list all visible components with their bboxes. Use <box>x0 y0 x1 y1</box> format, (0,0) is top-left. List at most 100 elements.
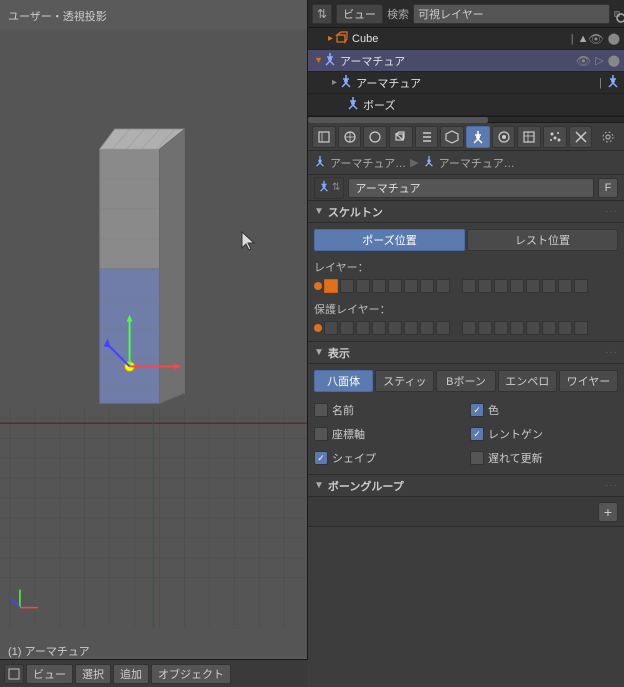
layer-cell-3[interactable] <box>356 279 370 293</box>
display-tab-bbone[interactable]: Bボーン <box>436 370 495 392</box>
display-tab-envelope[interactable]: エンペロ <box>498 370 557 392</box>
layer-cell-15[interactable] <box>558 279 572 293</box>
checkbox-xray[interactable] <box>470 427 484 441</box>
layer-cell-9[interactable] <box>462 279 476 293</box>
protect-cell-6[interactable] <box>404 321 418 335</box>
protect-cell-10[interactable] <box>478 321 492 335</box>
view-menu-btn[interactable]: ビュー <box>336 4 383 24</box>
checkbox-name-label: 名前 <box>332 402 354 418</box>
material-props-icon[interactable] <box>492 126 516 148</box>
protect-cell-5[interactable] <box>388 321 402 335</box>
display-section-header[interactable]: ▼ 表示 ··· <box>308 342 624 364</box>
object-menu-btn[interactable]: オブジェクト <box>151 664 231 684</box>
outliner-item-armature[interactable]: ▾ アーマチュア 👁 ▷ ⬤ <box>308 50 624 72</box>
protect-cell-16[interactable] <box>574 321 588 335</box>
layer-cell-7[interactable] <box>420 279 434 293</box>
scene-props-icon[interactable] <box>338 126 362 148</box>
modifier-props-icon[interactable] <box>440 126 464 148</box>
breadcrumb-item2[interactable]: アーマチュア… <box>439 155 515 171</box>
viewport-status: (1) アーマチュア <box>8 643 90 659</box>
layer-cell-5[interactable] <box>388 279 402 293</box>
cube-visibility-icon[interactable]: 👁 <box>588 32 603 46</box>
datablock-arrows[interactable]: ⇅ <box>332 182 340 193</box>
breadcrumb-row: アーマチュア… ▶ アーマチュア… <box>308 151 624 175</box>
render-props-icon[interactable] <box>312 126 336 148</box>
object-props-icon[interactable] <box>389 126 413 148</box>
display-tab-stick[interactable]: スティッ <box>375 370 434 392</box>
armature-render-icon[interactable]: ▷ <box>595 54 603 67</box>
layer-group-2 <box>462 279 588 293</box>
layer-cell-4[interactable] <box>372 279 386 293</box>
search-icon[interactable] <box>614 11 620 17</box>
world-props-icon[interactable] <box>363 126 387 148</box>
data-props-icon[interactable] <box>466 126 490 148</box>
pose-position-btn[interactable]: ポーズ位置 <box>314 229 465 251</box>
viewport-mode-icon[interactable] <box>4 664 24 684</box>
outliner-item-pose[interactable]: ボーズ <box>308 94 624 116</box>
protect-cell-4[interactable] <box>372 321 386 335</box>
layer-cell-12[interactable] <box>510 279 524 293</box>
outliner-item-cube[interactable]: ▸ Cube | ▲ 👁 ⬤ <box>308 28 624 50</box>
settings-icon[interactable] <box>596 126 620 148</box>
layer-cell-16[interactable] <box>574 279 588 293</box>
protect-cell-12[interactable] <box>510 321 524 335</box>
checkbox-delay[interactable] <box>470 451 484 465</box>
view-menu-btn-bottom[interactable]: ビュー <box>26 664 73 684</box>
armature-visibility-icon[interactable]: 👁 <box>576 54 591 68</box>
particles-props-icon[interactable] <box>543 126 567 148</box>
protect-cell-14[interactable] <box>542 321 556 335</box>
display-triangle-icon: ▼ <box>314 347 324 358</box>
armature-right-icons: 👁 ▷ ⬤ <box>576 54 620 68</box>
constraints-props-icon[interactable] <box>415 126 439 148</box>
checkbox-shape[interactable] <box>314 451 328 465</box>
protect-cell-3[interactable] <box>356 321 370 335</box>
search-btn[interactable]: 検索 <box>387 6 409 22</box>
breadcrumb-icon1 <box>314 155 326 170</box>
protect-cell-9[interactable] <box>462 321 476 335</box>
viewport-label: ユーザー・透視投影 <box>8 8 107 24</box>
add-menu-btn[interactable]: 追加 <box>113 664 149 684</box>
bone-groups-dots: ··· <box>605 480 618 491</box>
armature-name: アーマチュア <box>340 53 576 69</box>
protect-cell-8[interactable] <box>436 321 450 335</box>
protect-active-dot <box>314 324 322 332</box>
protect-cell-15[interactable] <box>558 321 572 335</box>
bone-groups-section-header[interactable]: ▼ ボーングループ ··· <box>308 475 624 497</box>
datablock-name-field[interactable]: アーマチュア <box>348 178 594 198</box>
armature-render2-icon[interactable]: ⬤ <box>608 54 620 67</box>
layer-cell-2[interactable] <box>340 279 354 293</box>
protect-cell-11[interactable] <box>494 321 508 335</box>
protect-cell-7[interactable] <box>420 321 434 335</box>
add-bone-group-btn[interactable]: + <box>598 502 618 522</box>
layer-cell-14[interactable] <box>542 279 556 293</box>
select-menu-btn[interactable]: 選択 <box>75 664 111 684</box>
display-tab-wire[interactable]: ワイヤー <box>559 370 618 392</box>
layer-cell-6[interactable] <box>404 279 418 293</box>
layer-cell-10[interactable] <box>478 279 492 293</box>
checkbox-axis[interactable] <box>314 427 328 441</box>
layer-dropdown[interactable]: 可視レイヤー <box>413 4 610 24</box>
display-content: 八面体 スティッ Bボーン エンペロ ワイヤー 名前 <box>308 364 624 475</box>
protect-cell-1[interactable] <box>324 321 338 335</box>
protect-cell-2[interactable] <box>340 321 354 335</box>
layer-cell-1[interactable] <box>324 279 338 293</box>
properties-scroll[interactable]: アーマチュア… ▶ アーマチュア… <box>308 151 624 687</box>
rest-position-btn[interactable]: レスト位置 <box>467 229 618 251</box>
checkbox-name[interactable] <box>314 403 328 417</box>
datablock-fake-user-btn[interactable]: F <box>598 178 618 198</box>
layer-cell-8[interactable] <box>436 279 450 293</box>
armature-data-name: アーマチュア <box>356 75 595 91</box>
texture-props-icon[interactable] <box>517 126 541 148</box>
checkbox-color[interactable] <box>470 403 484 417</box>
physics-props-icon[interactable] <box>569 126 593 148</box>
skeleton-section-header[interactable]: ▼ スケルトン ··· <box>308 201 624 223</box>
display-tab-octahedral[interactable]: 八面体 <box>314 370 373 392</box>
breadcrumb-item1[interactable]: アーマチュア… <box>330 155 406 171</box>
display-title: 表示 <box>328 345 350 361</box>
outliner-item-armature-data[interactable]: ▸ アーマチュア | <box>308 72 624 94</box>
display-tabs: 八面体 スティッ Bボーン エンペロ ワイヤー <box>314 370 618 392</box>
cube-render-icon[interactable]: ⬤ <box>608 32 620 45</box>
protect-cell-13[interactable] <box>526 321 540 335</box>
layer-cell-11[interactable] <box>494 279 508 293</box>
layer-cell-13[interactable] <box>526 279 540 293</box>
